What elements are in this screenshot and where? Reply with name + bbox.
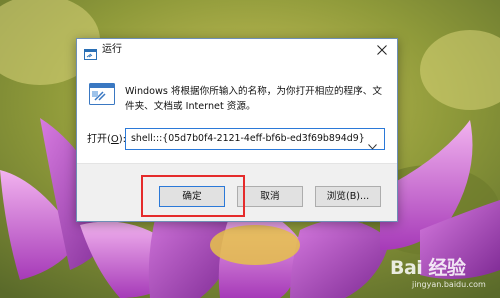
run-app-icon	[89, 83, 115, 109]
open-label-accel: O	[110, 134, 119, 145]
close-icon	[377, 45, 387, 55]
watermark-url: jingyan.baidu.com	[412, 280, 486, 289]
dialog-title: 运行	[102, 44, 122, 55]
dropdown-button[interactable]	[368, 135, 377, 154]
dialog-description: Windows 将根据你所输入的名称，为你打开相应的程序、文件夹、文档或 Int…	[125, 86, 382, 112]
open-command-combobox[interactable]: shell:::{05d7b0f4-2121-4eff-bf6b-ed3f69b…	[125, 128, 385, 150]
watermark: Bai 经验 jingyan.baidu.com	[384, 252, 500, 298]
open-label: 打开(O):	[87, 134, 126, 146]
open-label-text: 打开	[87, 134, 107, 145]
title-bar[interactable]: 运行	[77, 39, 397, 63]
watermark-logo: Bai 经验	[390, 257, 466, 279]
browse-button[interactable]: 浏览(B)...	[315, 186, 381, 207]
cancel-button[interactable]: 取消	[237, 186, 303, 207]
run-icon	[84, 45, 97, 64]
highlight-box	[141, 175, 245, 217]
chevron-down-icon	[368, 144, 377, 150]
close-button[interactable]	[367, 39, 397, 61]
command-input[interactable]: shell:::{05d7b0f4-2121-4eff-bf6b-ed3f69b…	[131, 133, 365, 145]
